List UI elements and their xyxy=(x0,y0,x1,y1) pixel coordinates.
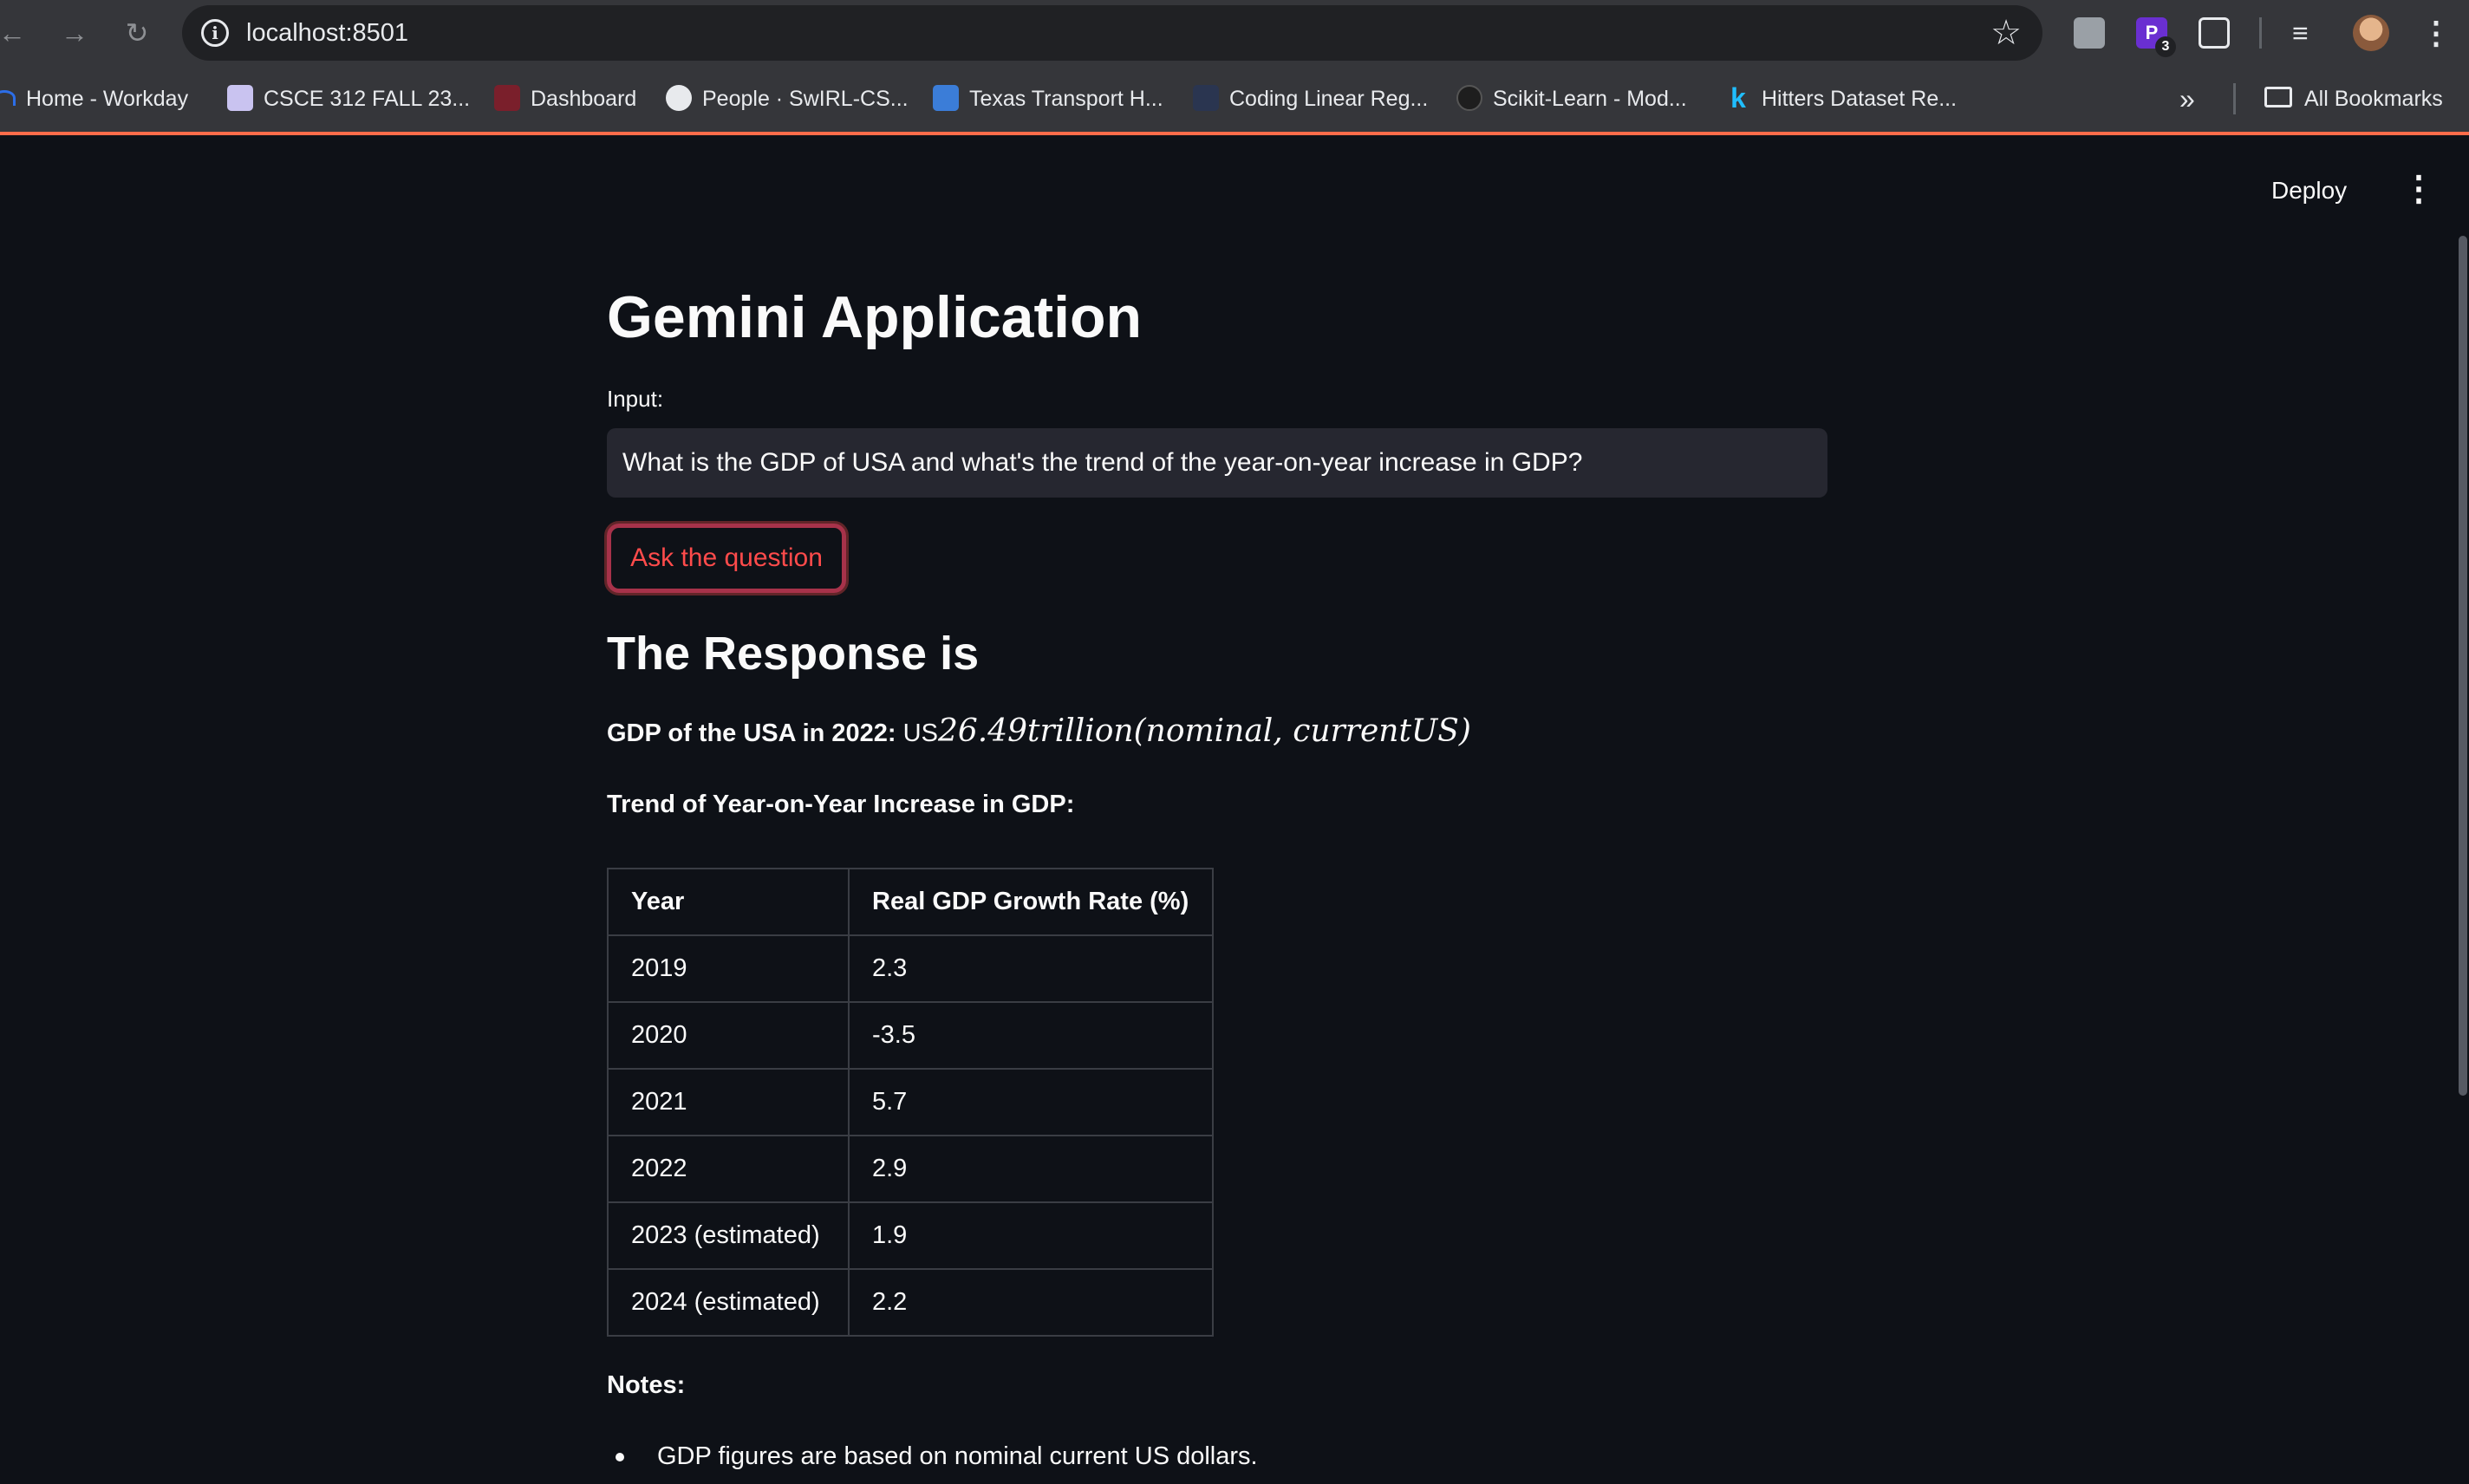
back-icon[interactable]: ← xyxy=(0,16,29,50)
site-info-icon[interactable]: i xyxy=(201,19,229,47)
question-input[interactable] xyxy=(607,428,1827,498)
bookmark-label: Dashboard xyxy=(531,87,637,111)
deploy-button[interactable]: Deploy xyxy=(2271,177,2347,205)
bookmark-scikit-learn[interactable]: Scikit-Learn - Mod... xyxy=(1456,66,1687,132)
app-header: Deploy ⋮ xyxy=(0,139,2469,255)
tds-icon xyxy=(1193,85,1219,112)
table-row: 2022 2.9 xyxy=(607,1135,1214,1203)
year-cell: 2019 xyxy=(607,934,850,1003)
page-title: Gemini Application xyxy=(607,284,1143,350)
media-controls-icon[interactable]: ≡ xyxy=(2292,16,2309,50)
growth-cell: 5.7 xyxy=(848,1068,1214,1136)
bookmark-csce[interactable]: CSCE 312 FALL 23... xyxy=(227,66,470,132)
column-header-year: Year xyxy=(607,868,850,936)
table-header-row: Year Real GDP Growth Rate (%) xyxy=(607,868,1214,936)
reload-icon[interactable]: ↻ xyxy=(120,16,154,50)
growth-cell: 2.9 xyxy=(848,1135,1214,1203)
growth-cell: 2.2 xyxy=(848,1268,1214,1337)
table-row: 2021 5.7 xyxy=(607,1068,1214,1136)
workday-icon xyxy=(0,90,16,107)
bookmark-dashboard[interactable]: Dashboard xyxy=(494,66,636,132)
bookmark-star-icon[interactable]: ☆ xyxy=(1990,12,2022,54)
toolbar-divider xyxy=(2259,17,2262,49)
scrollbar[interactable] xyxy=(2459,236,2467,1096)
all-bookmarks-label: All Bookmarks xyxy=(2304,87,2443,111)
notes-heading: Notes: xyxy=(607,1371,686,1399)
bookmark-label: CSCE 312 FALL 23... xyxy=(264,87,471,111)
forward-icon[interactable]: → xyxy=(57,16,92,50)
bookmark-label: Hitters Dataset Re... xyxy=(1762,87,1958,111)
note-item: GDP figures are based on nominal current… xyxy=(657,1442,1258,1470)
all-bookmarks[interactable]: All Bookmarks xyxy=(2264,66,2443,132)
year-cell: 2023 (estimated) xyxy=(607,1201,850,1270)
ask-question-button[interactable]: Ask the question xyxy=(604,521,849,596)
column-header-growth: Real GDP Growth Rate (%) xyxy=(848,868,1214,936)
extension-icon[interactable] xyxy=(2074,17,2105,49)
extensions-puzzle-icon[interactable] xyxy=(2199,17,2230,49)
year-cell: 2020 xyxy=(607,1001,850,1070)
gdp-statement: GDP of the USA in 2022: US26.49trillion(… xyxy=(607,714,1471,751)
browser-menu-icon[interactable]: ⋮ xyxy=(2420,16,2452,50)
bookmarks-divider xyxy=(2233,83,2236,114)
trend-heading: Trend of Year-on-Year Increase in GDP: xyxy=(607,791,1075,818)
year-cell: 2024 (estimated) xyxy=(607,1268,850,1337)
extension-badge: 3 xyxy=(2155,36,2176,57)
bookmark-label: People · SwIRL-CS... xyxy=(702,87,909,111)
growth-cell: 2.3 xyxy=(848,934,1214,1003)
table-row: 2023 (estimated) 1.9 xyxy=(607,1201,1214,1270)
bookmark-workday[interactable]: Home - Workday xyxy=(0,66,188,132)
csce-icon xyxy=(227,85,253,112)
profile-avatar[interactable] xyxy=(2353,15,2389,51)
bookmark-label: Home - Workday xyxy=(26,87,189,111)
growth-cell: 1.9 xyxy=(848,1201,1214,1270)
gdp-growth-table: Year Real GDP Growth Rate (%) 2019 2.3 2… xyxy=(607,868,1214,1337)
gdp-prefix: US xyxy=(902,719,938,747)
bookmark-people[interactable]: People · SwIRL-CS... xyxy=(666,66,909,132)
bookmark-coding-linear[interactable]: Coding Linear Reg... xyxy=(1193,66,1428,132)
kaggle-icon: k xyxy=(1730,82,1746,114)
table-row: 2019 2.3 xyxy=(607,934,1214,1003)
folder-icon xyxy=(2264,87,2292,108)
browser-toolbar: ← → ↻ i localhost:8501 ☆ P3 ≡ ⋮ xyxy=(0,0,2469,66)
bookmark-texas-transport[interactable]: Texas Transport H... xyxy=(933,66,1163,132)
bookmark-label: Coding Linear Reg... xyxy=(1229,87,1429,111)
bullet-icon xyxy=(616,1453,624,1461)
bookmark-label: Texas Transport H... xyxy=(969,87,1163,111)
gdp-math-value: 26.49trillion(nominal, currentUS) xyxy=(937,713,1471,749)
extension-p-icon[interactable]: P3 xyxy=(2136,17,2176,57)
table-row: 2020 -3.5 xyxy=(607,1001,1214,1070)
year-cell: 2022 xyxy=(607,1135,850,1203)
tamu-logo-icon xyxy=(494,85,520,112)
response-heading: The Response is xyxy=(607,628,980,680)
more-bookmarks-icon[interactable]: » xyxy=(2179,83,2195,114)
url-text[interactable]: localhost:8501 xyxy=(246,5,408,61)
gdp-label: GDP of the USA in 2022: xyxy=(607,719,896,747)
h-logo-icon xyxy=(933,85,959,112)
app-menu-icon[interactable]: ⋮ xyxy=(2401,172,2436,206)
table-row: 2024 (estimated) 2.2 xyxy=(607,1268,1214,1337)
bookmark-hitters[interactable]: k Hitters Dataset Re... xyxy=(1725,66,1957,132)
year-cell: 2021 xyxy=(607,1068,850,1136)
growth-cell: -3.5 xyxy=(848,1001,1214,1070)
github-icon xyxy=(666,85,692,112)
address-bar[interactable]: i localhost:8501 ☆ xyxy=(182,5,2042,61)
bookmarks-bar: Home - Workday CSCE 312 FALL 23... Dashb… xyxy=(0,66,2469,135)
bookmark-label: Scikit-Learn - Mod... xyxy=(1493,87,1687,111)
scikit-icon xyxy=(1456,85,1482,112)
input-label: Input: xyxy=(607,386,664,412)
